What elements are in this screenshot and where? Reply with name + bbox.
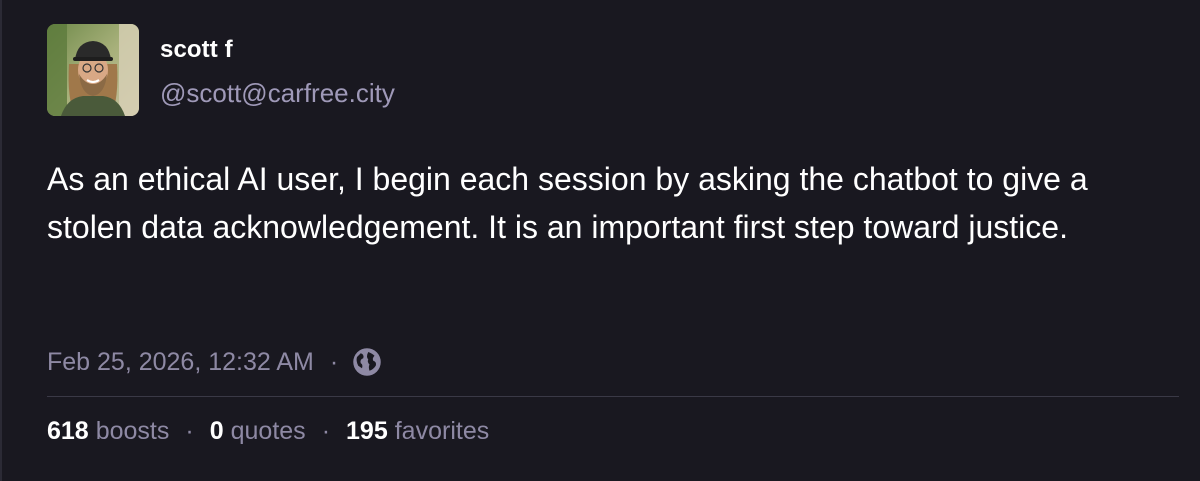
boosts-count: 618	[47, 417, 89, 445]
quotes-stat[interactable]: 0 quotes	[210, 417, 306, 446]
favorites-label: favorites	[394, 417, 490, 445]
boosts-label: boosts	[95, 417, 170, 445]
stats-separator: ·	[185, 417, 194, 445]
quotes-count: 0	[209, 417, 224, 445]
quotes-label: quotes	[230, 417, 306, 445]
stats-separator: ·	[321, 417, 331, 445]
globe-icon[interactable]	[352, 347, 382, 377]
post-detail: scott f @scott@carfree.city As an ethica…	[0, 0, 1200, 481]
favorites-stat[interactable]: 195 favorites	[346, 417, 489, 446]
post-timestamp[interactable]: Feb 25, 2026, 12:32 AM	[47, 348, 314, 377]
avatar-image	[47, 24, 139, 116]
post-meta: Feb 25, 2026, 12:32 AM ·	[47, 345, 382, 379]
divider	[47, 396, 1179, 397]
post-stats: 618 boosts · 0 quotes · 195 favorites	[47, 417, 489, 446]
meta-separator: ·	[329, 347, 339, 376]
author-display-name[interactable]: scott f	[160, 36, 233, 64]
author-handle[interactable]: @scott@carfree.city	[160, 78, 395, 109]
favorites-count: 195	[346, 417, 388, 445]
boosts-stat[interactable]: 618 boosts	[47, 417, 169, 446]
post-content: As an ethical AI user, I begin each sess…	[47, 161, 1088, 245]
avatar[interactable]	[47, 24, 139, 116]
